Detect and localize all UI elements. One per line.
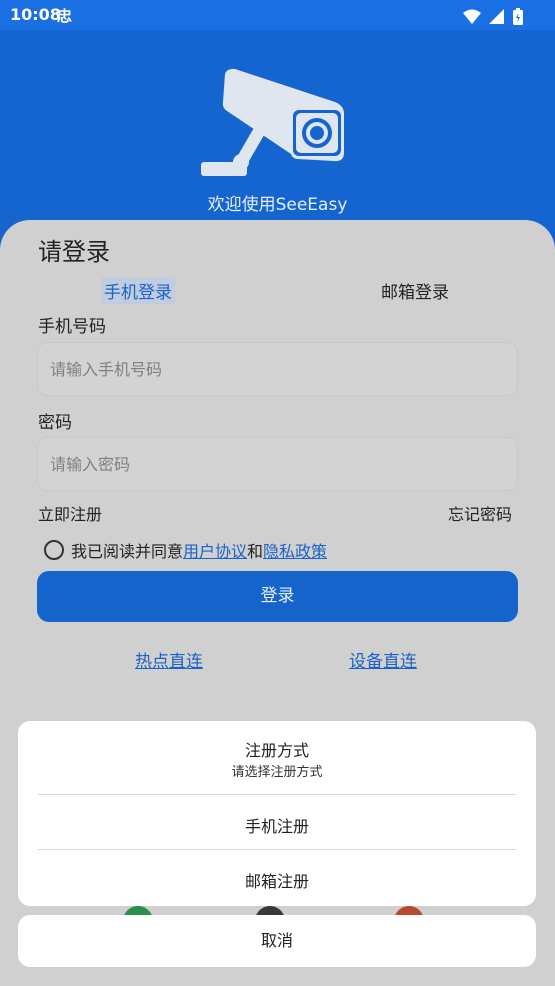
status-bar: 10:08 忠 [0, 0, 555, 30]
cancel-button[interactable]: 取消 [18, 915, 536, 967]
security-camera-icon [201, 68, 345, 176]
signal-icon [488, 8, 504, 24]
agree-and-text: 和 [247, 542, 264, 561]
password-label: 密码 [38, 413, 72, 433]
register-method-sheet: 注册方式 请选择注册方式 手机注册 邮箱注册 [18, 721, 536, 906]
tab-phone-login[interactable]: 手机登录 [101, 277, 175, 304]
password-input[interactable] [37, 437, 518, 491]
status-icons [460, 6, 523, 25]
sheet-divider [38, 794, 516, 795]
agreement-row: 我已阅读并同意用户协议和隐私政策 [44, 538, 327, 562]
tab-email-login[interactable]: 邮箱登录 [381, 278, 449, 303]
sheet-divider [38, 849, 516, 850]
forgot-password-link[interactable]: 忘记密码 [448, 501, 512, 525]
sheet-subtitle: 请选择注册方式 [231, 765, 323, 780]
agree-checkbox[interactable] [44, 540, 64, 560]
register-link[interactable]: 立即注册 [38, 501, 102, 525]
phone-label: 手机号码 [38, 317, 106, 337]
notification-app-icon: 忠 [57, 7, 73, 25]
hotspot-direct-link[interactable]: 热点直连 [135, 647, 203, 672]
phone-input[interactable] [37, 342, 518, 396]
status-time: 10:08 [10, 5, 61, 24]
agree-text: 我已阅读并同意 [71, 542, 184, 561]
welcome-text: 欢迎使用SeeEasy [207, 195, 348, 215]
user-agreement-link[interactable]: 用户协议 [183, 542, 247, 561]
privacy-policy-link[interactable]: 隐私政策 [263, 542, 327, 561]
device-direct-link[interactable]: 设备直连 [349, 647, 417, 672]
phone-register-option[interactable]: 手机注册 [18, 813, 536, 837]
battery-icon [513, 8, 523, 25]
login-title: 请登录 [38, 238, 110, 266]
login-button[interactable]: 登录 [37, 571, 518, 622]
wifi-icon [462, 9, 481, 24]
sheet-title: 注册方式 [244, 741, 309, 760]
email-register-option[interactable]: 邮箱注册 [18, 868, 536, 892]
